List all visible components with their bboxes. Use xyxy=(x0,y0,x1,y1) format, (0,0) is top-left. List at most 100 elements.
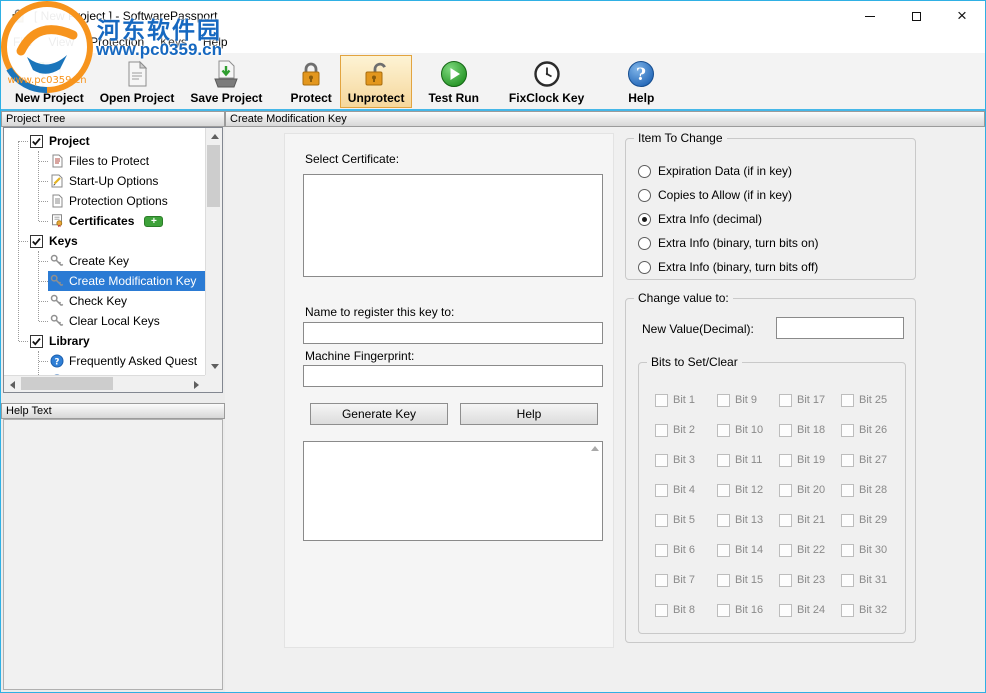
checkbox-bit-4[interactable]: Bit 4 xyxy=(655,484,717,497)
toolbar-unprotect-button[interactable]: Unprotect xyxy=(340,55,413,108)
checkbox-bit-32[interactable]: Bit 32 xyxy=(841,604,903,617)
checkbox-bit-8[interactable]: Bit 8 xyxy=(655,604,717,617)
new-value-input[interactable] xyxy=(776,317,904,339)
radio-extra-info-binary-turn-bits-off[interactable]: Extra Info (binary, turn bits off) xyxy=(638,255,909,279)
project-tree-container: ProjectFiles to ProtectStart-Up OptionsP… xyxy=(3,127,223,393)
radio-copies-to-allow-if-in-key[interactable]: Copies to Allow (if in key) xyxy=(638,183,909,207)
horizontal-scroll-thumb[interactable] xyxy=(21,377,113,390)
checkbox-bit-28[interactable]: Bit 28 xyxy=(841,484,903,497)
protect-lock-icon xyxy=(296,59,326,90)
checkbox-bit-18[interactable]: Bit 18 xyxy=(779,424,841,437)
toolbar-fixclock-key-button[interactable]: FixClock Key xyxy=(501,55,592,108)
toolbar-help-button[interactable]: ?Help xyxy=(618,55,664,108)
checkbox-bit-15[interactable]: Bit 15 xyxy=(717,574,779,587)
checkbox-icon xyxy=(655,544,668,557)
checkbox-bit-2[interactable]: Bit 2 xyxy=(655,424,717,437)
toolbar-protect-button[interactable]: Protect xyxy=(282,55,339,108)
scroll-up-button[interactable] xyxy=(206,128,223,145)
vertical-scroll-thumb[interactable] xyxy=(207,145,220,207)
checkbox-bit-1[interactable]: Bit 1 xyxy=(655,394,717,407)
certificates-add-badge[interactable]: + xyxy=(144,216,163,227)
checkbox-bit-19[interactable]: Bit 19 xyxy=(779,454,841,467)
tree-vertical-scrollbar[interactable] xyxy=(205,128,222,375)
checkbox-bit-3[interactable]: Bit 3 xyxy=(655,454,717,467)
checkbox-bit-12[interactable]: Bit 12 xyxy=(717,484,779,497)
close-button[interactable]: × xyxy=(939,1,985,31)
checkbox-bit-17[interactable]: Bit 17 xyxy=(779,394,841,407)
checked-checkbox-icon[interactable] xyxy=(30,335,43,348)
scroll-left-button[interactable] xyxy=(4,376,21,393)
toolbar-new-project-button[interactable]: New Project xyxy=(7,55,92,108)
maximize-button[interactable] xyxy=(893,1,939,31)
scroll-right-button[interactable] xyxy=(188,376,205,393)
checkbox-bit-30[interactable]: Bit 30 xyxy=(841,544,903,557)
generate-key-button[interactable]: Generate Key xyxy=(310,403,448,425)
checkbox-bit-14[interactable]: Bit 14 xyxy=(717,544,779,557)
tree-node-files-to-protect[interactable]: Files to Protect xyxy=(4,151,205,171)
tree-node-certificates[interactable]: Certificates+ xyxy=(4,211,205,231)
checkbox-bit-20[interactable]: Bit 20 xyxy=(779,484,841,497)
app-window: [ New Project ] - SoftwarePassport × Fil… xyxy=(0,0,986,693)
checkbox-bit-25[interactable]: Bit 25 xyxy=(841,394,903,407)
key-output-textarea[interactable] xyxy=(303,441,603,541)
menu-protection[interactable]: Protection xyxy=(82,32,152,52)
checkbox-icon xyxy=(779,484,792,497)
tree-horizontal-scrollbar[interactable] xyxy=(4,375,205,392)
checkbox-bit-16[interactable]: Bit 16 xyxy=(717,604,779,617)
tree-node-keys[interactable]: Keys xyxy=(4,231,205,251)
checkbox-bit-26[interactable]: Bit 26 xyxy=(841,424,903,437)
tree-node-frequently-asked-quest[interactable]: ?Frequently Asked Quest xyxy=(4,351,205,371)
checkbox-bit-27[interactable]: Bit 27 xyxy=(841,454,903,467)
tree-node-start-up-options[interactable]: Start-Up Options xyxy=(4,171,205,191)
toolbar-test-run-button[interactable]: Test Run xyxy=(420,55,486,108)
tree-node-library[interactable]: Library xyxy=(4,331,205,351)
machine-fingerprint-input[interactable] xyxy=(303,365,603,387)
checkbox-bit-29[interactable]: Bit 29 xyxy=(841,514,903,527)
checkbox-bit-13[interactable]: Bit 13 xyxy=(717,514,779,527)
tree-node-check-key[interactable]: Check Key xyxy=(4,291,205,311)
scroll-down-button[interactable] xyxy=(206,358,223,375)
menu-view[interactable]: View xyxy=(40,32,82,52)
checkbox-label: Bit 13 xyxy=(735,514,763,526)
menu-keys[interactable]: Keys xyxy=(152,32,195,52)
tree-node-clear-local-keys[interactable]: Clear Local Keys xyxy=(4,311,205,331)
tree-node-create-key[interactable]: Create Key xyxy=(4,251,205,271)
tree-node-label: Create Modification Key xyxy=(69,274,196,288)
menu-help[interactable]: Help xyxy=(195,32,236,52)
checkbox-bit-24[interactable]: Bit 24 xyxy=(779,604,841,617)
checkbox-icon xyxy=(655,424,668,437)
register-name-input[interactable] xyxy=(303,322,603,344)
checkbox-bit-21[interactable]: Bit 21 xyxy=(779,514,841,527)
checkbox-label: Bit 9 xyxy=(735,394,757,406)
checkbox-icon xyxy=(841,514,854,527)
checked-checkbox-icon[interactable] xyxy=(30,235,43,248)
checkbox-bit-10[interactable]: Bit 10 xyxy=(717,424,779,437)
minimize-button[interactable] xyxy=(847,1,893,31)
checkbox-bit-5[interactable]: Bit 5 xyxy=(655,514,717,527)
menu-file[interactable]: File xyxy=(5,32,40,52)
toolbar-button-label: Save Project xyxy=(190,91,262,105)
toolbar: New ProjectOpen Project Save Project Prote… xyxy=(1,53,985,111)
tree-node-create-modification-key[interactable]: Create Modification Key xyxy=(4,271,205,291)
checkbox-bit-11[interactable]: Bit 11 xyxy=(717,454,779,467)
radio-expiration-data-if-in-key[interactable]: Expiration Data (if in key) xyxy=(638,159,909,183)
form-help-button[interactable]: Help xyxy=(460,403,598,425)
new-value-label: New Value(Decimal): xyxy=(642,322,754,336)
checkbox-bit-6[interactable]: Bit 6 xyxy=(655,544,717,557)
toolbar-save-project-button[interactable]: Save Project xyxy=(182,55,270,108)
radio-extra-info-decimal[interactable]: Extra Info (decimal) xyxy=(638,207,909,231)
certificate-listbox[interactable] xyxy=(303,174,603,277)
tree-node-protection-options[interactable]: Protection Options xyxy=(4,191,205,211)
checkbox-bit-9[interactable]: Bit 9 xyxy=(717,394,779,407)
checkbox-bit-7[interactable]: Bit 7 xyxy=(655,574,717,587)
checked-checkbox-icon[interactable] xyxy=(30,135,43,148)
item-to-change-group: Item To Change Expiration Data (if in ke… xyxy=(625,138,916,280)
toolbar-open-project-button[interactable]: Open Project xyxy=(92,55,183,108)
maximize-icon xyxy=(912,12,921,21)
radio-extra-info-binary-turn-bits-on[interactable]: Extra Info (binary, turn bits on) xyxy=(638,231,909,255)
checkbox-bit-22[interactable]: Bit 22 xyxy=(779,544,841,557)
toolbar-button-label: Unprotect xyxy=(348,91,405,105)
tree-node-project[interactable]: Project xyxy=(4,131,205,151)
checkbox-bit-31[interactable]: Bit 31 xyxy=(841,574,903,587)
checkbox-bit-23[interactable]: Bit 23 xyxy=(779,574,841,587)
